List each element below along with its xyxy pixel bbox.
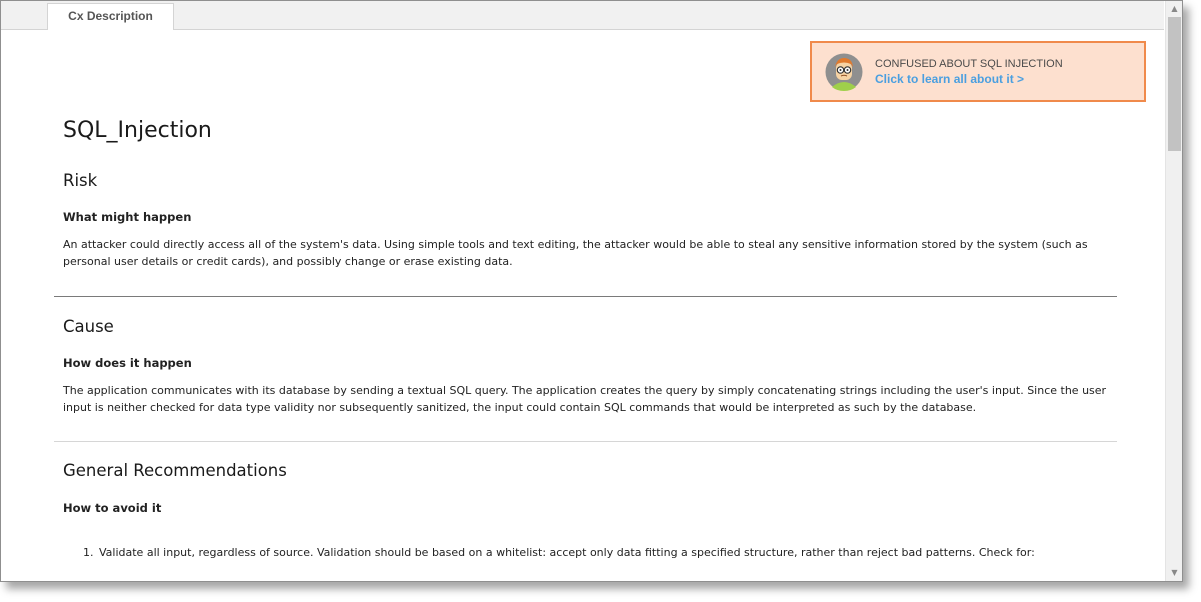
cause-heading: Cause — [63, 317, 114, 336]
cause-subheading: How does it happen — [63, 356, 192, 370]
list-item: 1. Validate all input, regardless of sour… — [83, 544, 1143, 561]
tab-bar: Cx Description — [1, 1, 1164, 30]
list-item-number: 1. — [83, 546, 94, 559]
banner-learn-link[interactable]: Click to learn all about it > — [875, 72, 1024, 86]
page-title: SQL_Injection — [63, 118, 212, 143]
sql-injection-learn-banner[interactable]: CONFUSED ABOUT SQL INJECTION Click to le… — [810, 41, 1146, 102]
description-window: Cx Description CONFUSED ABOUT SQL INJECT… — [0, 0, 1183, 582]
risk-text: An attacker could directly access all of… — [63, 238, 1088, 268]
recommendations-heading: General Recommendations — [63, 461, 287, 480]
scrollbar-thumb[interactable] — [1168, 17, 1181, 151]
cause-text: The application communicates with its da… — [63, 384, 1107, 414]
risk-heading: Risk — [63, 171, 98, 190]
list-item-text: Validate all input, regardless of source… — [99, 546, 1035, 559]
developer-avatar-icon — [825, 53, 863, 91]
section-divider — [54, 441, 1117, 442]
vertical-scrollbar[interactable]: ▲ ▼ — [1165, 1, 1182, 581]
banner-title: CONFUSED ABOUT SQL INJECTION — [875, 58, 1063, 70]
description-content: CONFUSED ABOUT SQL INJECTION Click to le… — [1, 30, 1164, 581]
risk-subheading: What might happen — [63, 210, 192, 224]
section-divider — [54, 296, 1117, 297]
recommendations-subheading: How to avoid it — [63, 501, 162, 515]
scroll-up-icon[interactable]: ▲ — [1166, 2, 1182, 16]
tab-cx-description[interactable]: Cx Description — [47, 3, 174, 30]
scroll-down-icon[interactable]: ▼ — [1166, 566, 1182, 580]
